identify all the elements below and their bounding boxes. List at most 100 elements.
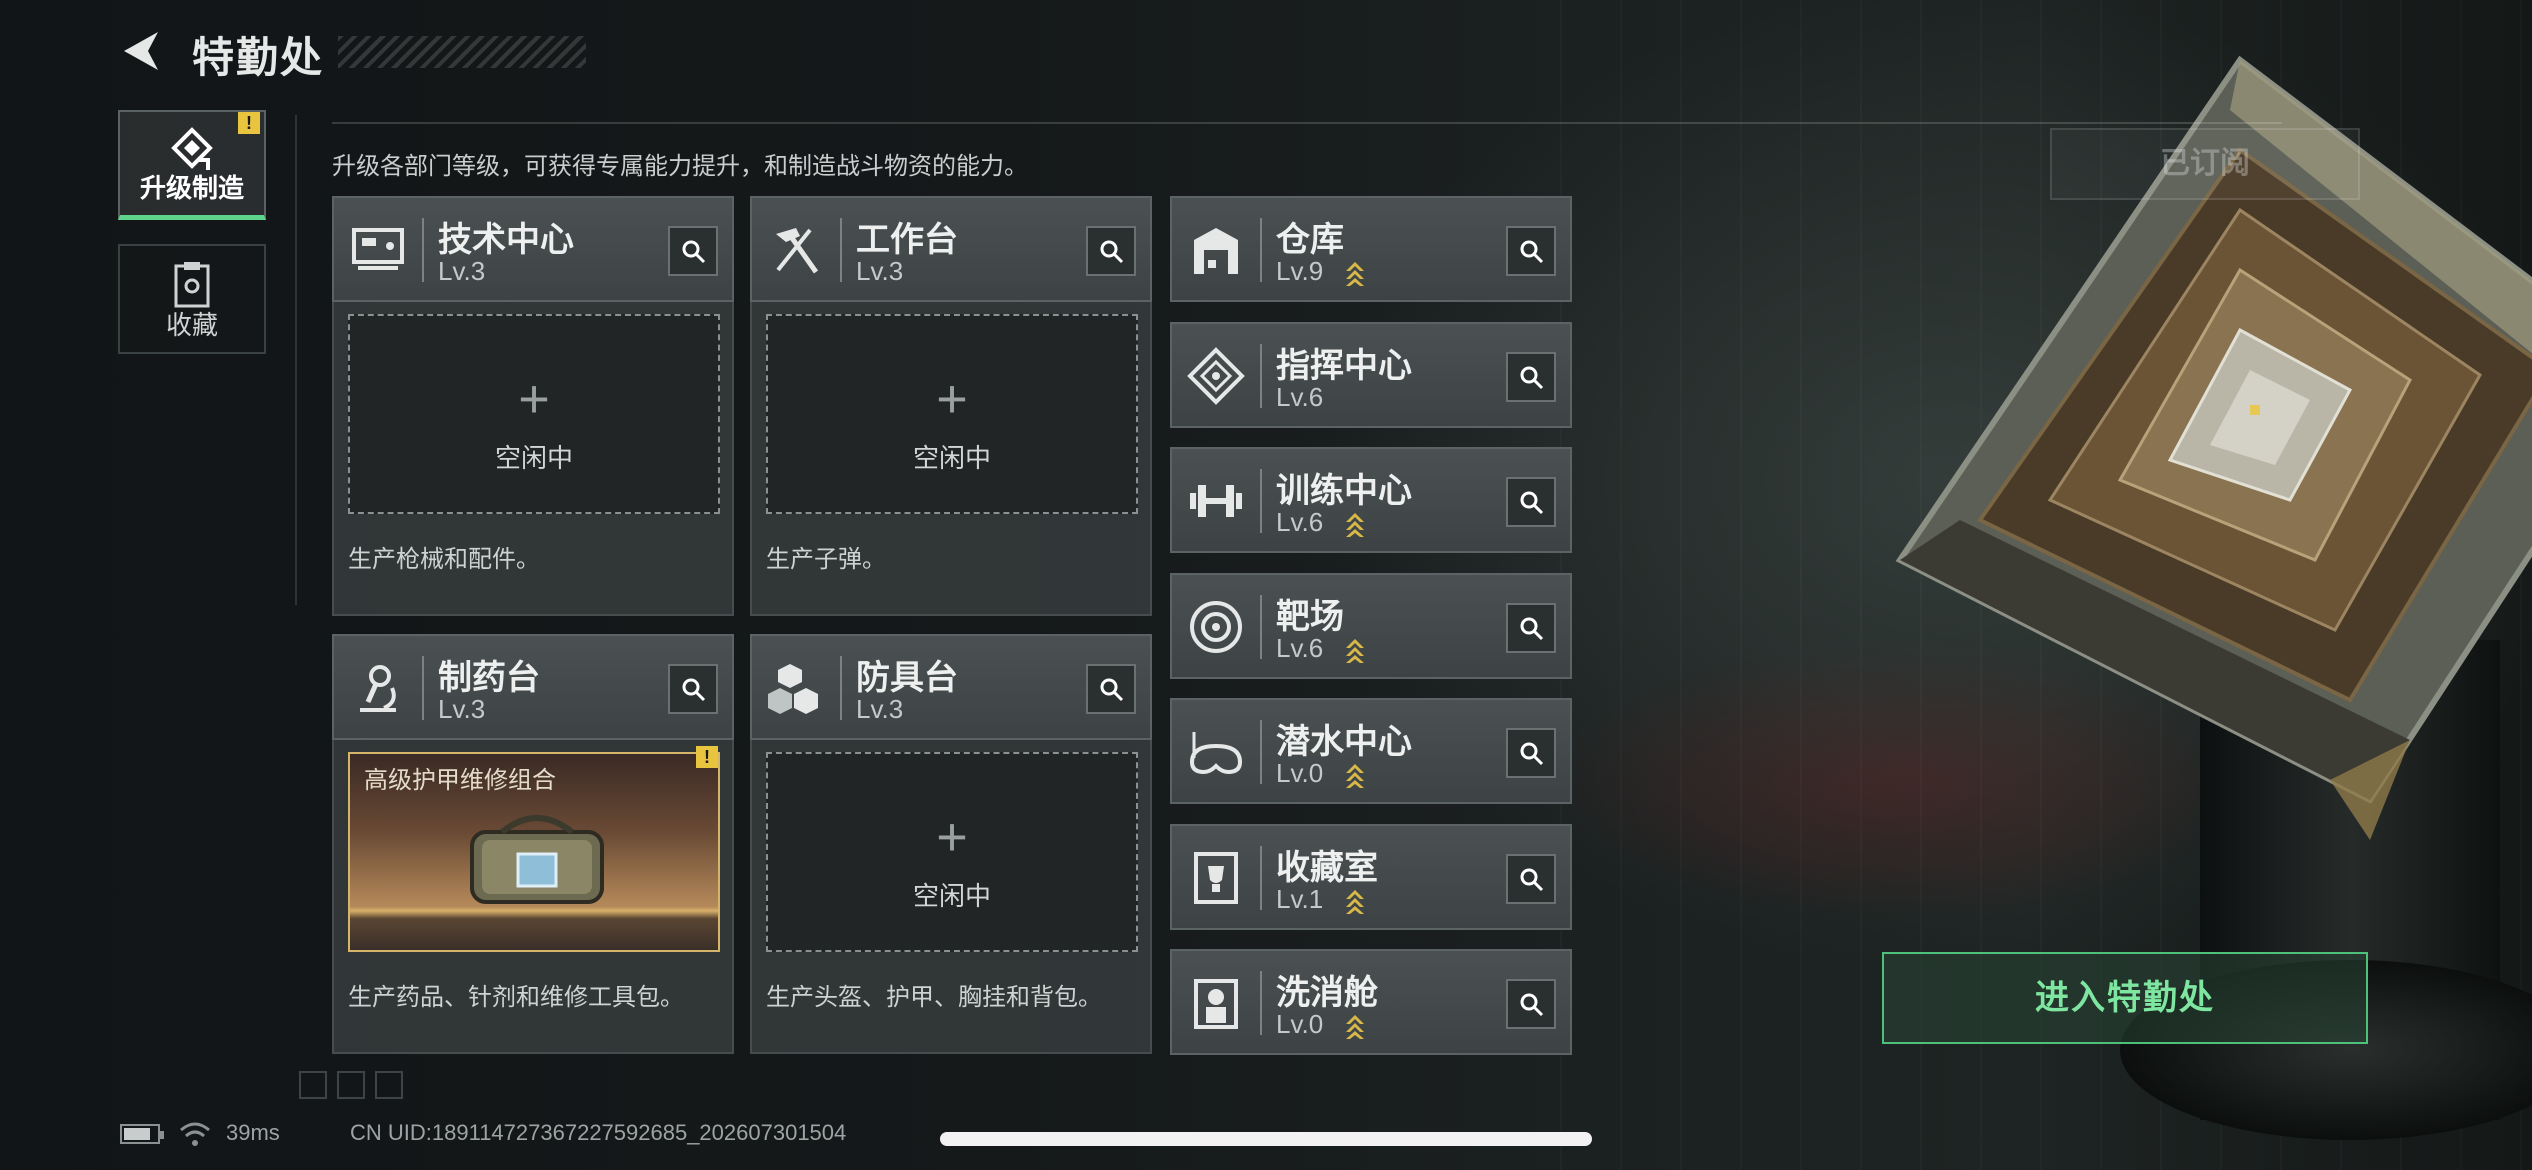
search-button[interactable] <box>668 664 718 714</box>
search-icon <box>682 678 706 702</box>
facility-name: 训练中心 <box>1276 472 1412 510</box>
idle-status: 空闲中 <box>494 443 573 473</box>
module-description: 生产枪械和配件。 <box>348 546 540 573</box>
upgrade-icon <box>171 127 213 170</box>
user-uid: CN UID:18911472736722759​2685_2026073015… <box>350 1120 847 1145</box>
target-icon <box>1190 600 1242 653</box>
upgrade-available-icon <box>1344 1013 1366 1039</box>
cubes-icon <box>768 664 818 714</box>
idle-slot[interactable]: + 空闲中 <box>348 314 720 514</box>
facility-level: Lv.1 <box>1276 883 1324 914</box>
tab-upgrade-craft[interactable]: 升级制造 ! <box>118 110 266 220</box>
separator <box>1260 971 1262 1035</box>
search-icon <box>1520 491 1544 515</box>
alert-badge: ! <box>238 112 260 134</box>
warehouse-icon <box>1194 228 1238 274</box>
module-name: 制药台 <box>438 659 540 697</box>
module-tech-center-body: + 空闲中 生产枪械和配件。 <box>332 302 734 616</box>
search-button[interactable] <box>1506 477 1556 527</box>
page-title: 特勤处 <box>192 34 325 81</box>
collection-icon <box>174 262 210 308</box>
facility-level: Lv.9 <box>1276 256 1324 286</box>
search-icon <box>1100 678 1124 702</box>
page-description: 升级各部门等级，可获得专属能力提升，和制造战斗物资的能力。 <box>332 153 1028 180</box>
microscope-icon <box>360 665 396 712</box>
facility-name: 靶场 <box>1276 597 1344 636</box>
search-button[interactable] <box>1506 602 1556 653</box>
tab-collection[interactable]: 收藏 <box>118 244 266 354</box>
search-button[interactable] <box>1086 226 1136 276</box>
facility-level: Lv.0 <box>1276 1009 1324 1039</box>
alert-badge: ! <box>696 746 718 768</box>
back-arrow-icon[interactable] <box>118 28 164 74</box>
module-armor-bench-header[interactable]: 防具台 Lv.3 <box>750 634 1152 740</box>
search-icon <box>1520 742 1544 766</box>
item-name: 高级护甲维修组合 <box>364 767 556 794</box>
search-button[interactable] <box>1506 853 1556 904</box>
search-button[interactable] <box>1086 664 1136 714</box>
title-decoration <box>338 36 586 68</box>
facility-card-command[interactable]: 指挥中心 Lv.6 <box>1170 321 1572 428</box>
facility-card-dumbbell[interactable]: 训练中心 Lv.6 <box>1170 447 1572 553</box>
enter-special-ops-button[interactable]: 进入特勤处 <box>1882 952 2368 1044</box>
search-button[interactable] <box>1506 979 1556 1029</box>
search-button[interactable] <box>668 226 718 276</box>
divider <box>332 122 2282 124</box>
idle-status: 空闲中 <box>912 443 991 473</box>
search-button[interactable] <box>1506 226 1556 276</box>
search-icon <box>1520 617 1544 640</box>
search-icon <box>1100 240 1124 264</box>
repair-kit-bag-image <box>470 815 604 904</box>
home-indicator[interactable] <box>940 1132 1592 1146</box>
search-icon <box>1520 240 1544 264</box>
idle-slot[interactable]: + 空闲中 <box>766 314 1138 514</box>
separator <box>840 218 842 282</box>
search-icon <box>1520 868 1544 891</box>
dumbbell-icon <box>1190 485 1242 517</box>
divider <box>295 115 297 605</box>
battery-icon <box>120 1124 164 1144</box>
search-icon <box>1520 366 1544 389</box>
facility-card-diving-mask[interactable]: 潜水中心 Lv.0 <box>1170 698 1572 804</box>
module-workbench-header[interactable]: 工作台 Lv.3 <box>750 196 1152 302</box>
tab-label: 升级制造 <box>139 173 244 203</box>
facility-card-trophy-case[interactable]: 收藏室 Lv.1 <box>1170 823 1572 930</box>
facility-card-hazmat[interactable]: 洗消舱 Lv.0 <box>1170 949 1572 1055</box>
facility-level: Lv.0 <box>1276 758 1324 788</box>
decorative-marks <box>299 1071 403 1099</box>
hazmat-icon <box>1194 979 1238 1029</box>
upgrade-available-icon <box>1344 260 1366 286</box>
module-tech-center-header[interactable]: 技术中心 Lv.3 <box>332 196 734 302</box>
separator <box>1260 469 1262 533</box>
facility-name: 指挥中心 <box>1276 346 1412 385</box>
upgrade-available-icon <box>1344 511 1366 537</box>
subscribed-button[interactable]: 已订阅 <box>2050 128 2360 200</box>
ping-readout: 39ms <box>226 1120 280 1145</box>
command-icon <box>1187 346 1245 405</box>
facility-card-warehouse[interactable]: 仓库 Lv.9 <box>1170 196 1572 302</box>
module-name: 工作台 <box>856 221 958 259</box>
module-description: 生产子弹。 <box>766 546 886 573</box>
add-icon: + <box>936 369 968 429</box>
search-icon <box>682 240 706 264</box>
module-pharmacy-header[interactable]: 制药台 Lv.3 <box>332 634 734 740</box>
facility-level: Lv.6 <box>1276 381 1324 412</box>
facility-name: 仓库 <box>1276 221 1344 259</box>
hammer-icon <box>776 228 819 274</box>
upgrade-available-icon <box>1344 888 1366 914</box>
separator <box>1260 343 1262 408</box>
separator <box>1260 594 1262 659</box>
module-armor-bench-body: + 空闲中 生产头盔、护甲、胸挂和背包。 <box>750 740 1152 1054</box>
module-description: 生产头盔、护甲、胸挂和背包。 <box>766 984 1102 1011</box>
facility-card-target[interactable]: 靶场 Lv.6 <box>1170 572 1572 679</box>
module-workbench-body: + 空闲中 生产子弹。 <box>750 302 1152 616</box>
crafting-item-slot[interactable]: 高级护甲维修组合 ! <box>348 746 720 952</box>
search-button[interactable] <box>1506 728 1556 778</box>
module-level: Lv.3 <box>438 256 486 286</box>
idle-slot[interactable]: + 空闲中 <box>766 752 1138 952</box>
module-level: Lv.3 <box>856 256 904 286</box>
search-button[interactable] <box>1506 351 1556 402</box>
module-name: 防具台 <box>856 659 958 697</box>
module-description: 生产药品、针剂和维修工具包。 <box>348 984 684 1011</box>
tab-label: 收藏 <box>165 310 218 340</box>
